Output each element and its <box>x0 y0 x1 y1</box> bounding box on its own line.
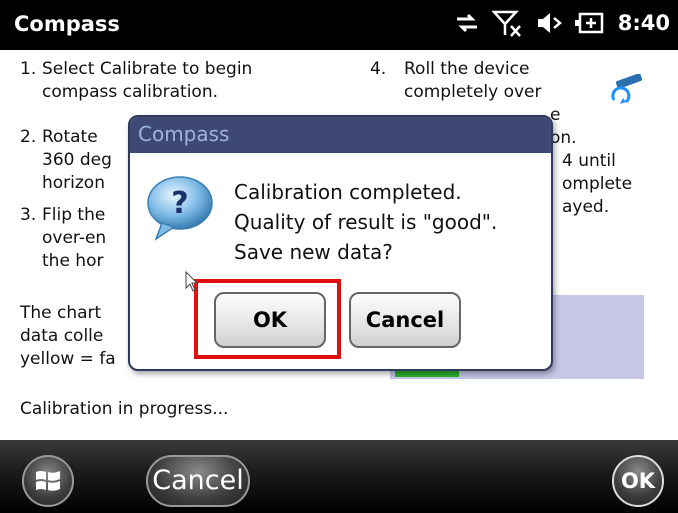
step-number: 1. <box>20 59 37 79</box>
dialog-message-line: Calibration completed. <box>234 180 462 204</box>
app-title: Compass <box>14 12 120 36</box>
dialog-header: Compass <box>130 117 551 153</box>
step-line: horizon <box>42 173 105 193</box>
softkey-bar: Cancel OK <box>0 440 678 513</box>
step-line: 360 deg <box>42 150 112 170</box>
step-line: 4 until <box>562 151 616 171</box>
no-signal-icon <box>491 10 521 37</box>
svg-text:?: ? <box>171 186 188 221</box>
step-line: Rotate <box>42 127 98 147</box>
start-button[interactable] <box>22 455 74 507</box>
title-bar: Compass 8:40 <box>0 0 678 50</box>
speaker-icon <box>537 13 562 33</box>
step-line: e <box>550 105 561 125</box>
step-line: ayed. <box>562 197 610 217</box>
mouse-cursor-icon <box>185 271 199 292</box>
step-number: 4. <box>370 59 387 79</box>
dialog-message: Calibration completed. Quality of result… <box>234 177 497 267</box>
step-line: on. <box>550 128 577 148</box>
question-icon: ? <box>147 176 213 241</box>
step-line: Select Calibrate to begin <box>42 59 253 79</box>
status-icons: 8:40 <box>454 9 670 37</box>
dialog-title: Compass <box>138 122 230 146</box>
windows-logo-icon <box>36 471 60 491</box>
dialog-message-line: Save new data? <box>234 240 393 264</box>
softkey-ok-button[interactable]: OK <box>612 455 664 507</box>
battery-icon <box>574 12 604 34</box>
step-number: 3. <box>20 205 37 225</box>
cancel-button[interactable]: Cancel <box>349 292 461 348</box>
step-line: the hor <box>42 251 104 271</box>
step-line: omplete <box>562 174 633 194</box>
progress-text: Calibration in progress... <box>20 399 229 419</box>
step-line: over-en <box>42 228 107 248</box>
softkey-cancel-button[interactable]: Cancel <box>146 455 250 507</box>
step-line: Roll the device <box>404 59 530 79</box>
step-line: compass calibration. <box>42 82 219 102</box>
ok-highlight-box <box>194 279 341 359</box>
step-line: completely over <box>404 82 542 102</box>
step-line: Flip the <box>42 205 106 225</box>
step-number: 2. <box>20 127 37 147</box>
rotate-device-icon <box>611 74 643 104</box>
dialog-message-line: Quality of result is "good". <box>234 210 498 234</box>
sync-arrows-icon <box>456 13 477 33</box>
clock: 8:40 <box>617 11 670 35</box>
